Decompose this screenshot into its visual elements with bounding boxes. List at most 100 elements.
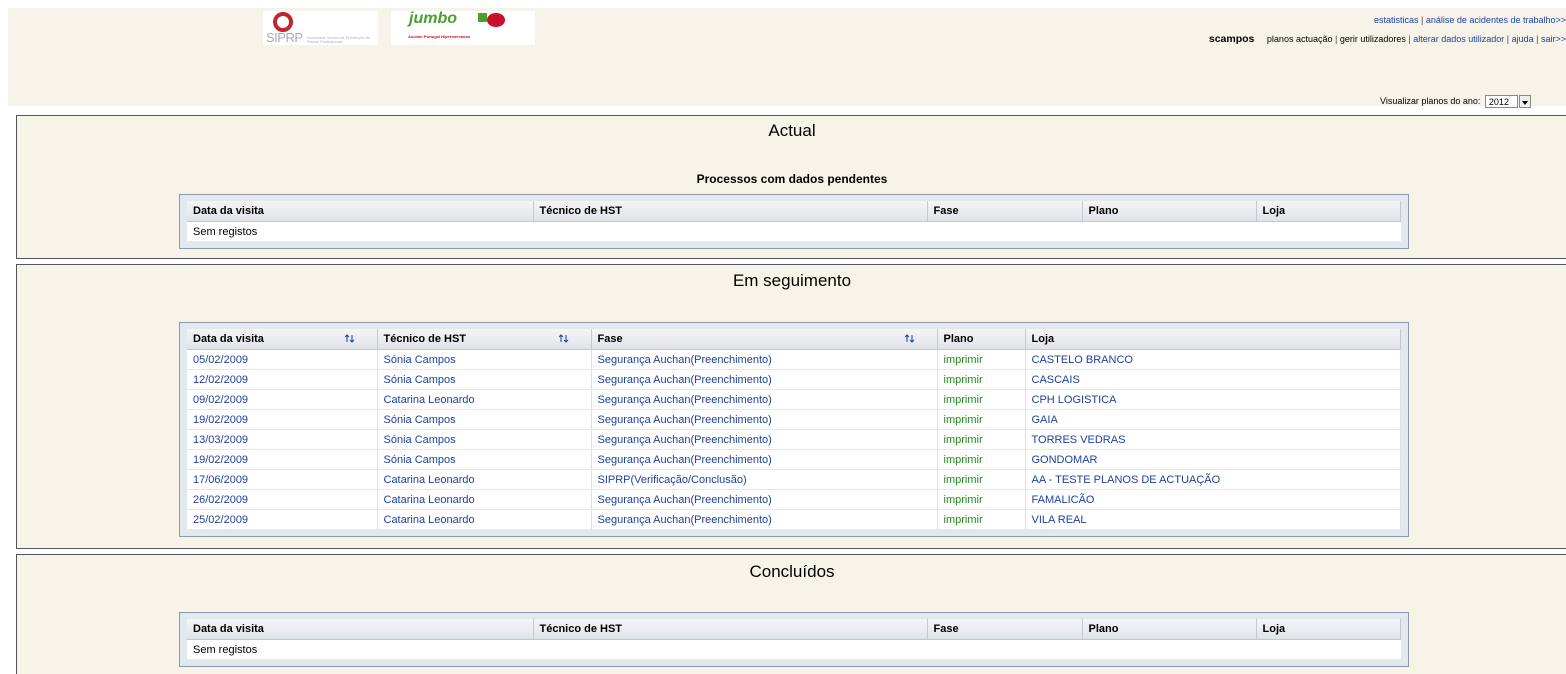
section-actual: Actual Processos com dados pendentes Dat… bbox=[16, 115, 1566, 259]
store-link[interactable]: VILA REAL bbox=[1025, 509, 1401, 530]
col-phase[interactable]: Fase bbox=[591, 329, 938, 350]
section-title: Concluídos bbox=[749, 562, 835, 581]
visit-date-link[interactable]: 25/02/2009 bbox=[187, 509, 378, 530]
visit-date-link[interactable]: 09/02/2009 bbox=[187, 389, 378, 410]
phase-link[interactable]: Segurança Auchan(Preenchimento) bbox=[591, 429, 938, 450]
print-link[interactable]: imprimir bbox=[937, 509, 1026, 530]
print-link[interactable]: imprimir bbox=[937, 409, 1026, 430]
store-link[interactable]: GONDOMAR bbox=[1025, 449, 1401, 470]
col-plan[interactable]: Plano bbox=[1082, 619, 1257, 640]
technician-link[interactable]: Catarina Leonardo bbox=[377, 509, 592, 530]
print-link[interactable]: imprimir bbox=[937, 469, 1026, 490]
siprp-wordmark: SIPRP bbox=[266, 30, 303, 45]
technician-link[interactable]: Sónia Campos bbox=[377, 429, 592, 450]
visit-date-link[interactable]: 26/02/2009 bbox=[187, 489, 378, 510]
phase-link[interactable]: SIPRP(Verificação/Conclusão) bbox=[591, 469, 938, 490]
help-link[interactable]: ajuda bbox=[1512, 34, 1534, 44]
section-title: Actual bbox=[768, 121, 816, 140]
phase-link[interactable]: Segurança Auchan(Preenchimento) bbox=[591, 369, 938, 390]
table-row[interactable]: 19/02/2009 Sónia Campos Segurança Auchan(P… bbox=[187, 449, 1401, 470]
plans-link[interactable]: planos actuação bbox=[1267, 34, 1333, 44]
store-link[interactable]: CASCAIS bbox=[1025, 369, 1401, 390]
visit-date-link[interactable]: 17/06/2009 bbox=[187, 469, 378, 490]
technician-link[interactable]: Sónia Campos bbox=[377, 409, 592, 430]
visit-date-link[interactable]: 19/02/2009 bbox=[187, 449, 378, 470]
store-link[interactable]: CASTELO BRANCO bbox=[1025, 349, 1401, 370]
visit-date-link[interactable]: 13/03/2009 bbox=[187, 429, 378, 450]
phase-link[interactable]: Segurança Auchan(Preenchimento) bbox=[591, 389, 938, 410]
manage-users-link[interactable]: gerir utilizadores bbox=[1340, 34, 1406, 44]
year-filter-label: Visualizar planos do ano: bbox=[1380, 95, 1481, 106]
technician-link[interactable]: Catarina Leonardo bbox=[377, 469, 592, 490]
col-date-label: Data da visita bbox=[193, 333, 264, 345]
phase-link[interactable]: Segurança Auchan(Preenchimento) bbox=[591, 449, 938, 470]
table-row[interactable]: 09/02/2009 Catarina Leonardo Segurança Auc… bbox=[187, 389, 1401, 410]
year-dropdown-button[interactable] bbox=[1518, 95, 1531, 108]
table-row[interactable]: 17/06/2009 Catarina Leonardo SIPRP(Verific… bbox=[187, 469, 1401, 490]
phase-link[interactable]: Segurança Auchan(Preenchimento) bbox=[591, 509, 938, 530]
siprp-tagline: Sociedade Ibérica de Prevenção de Riscos… bbox=[307, 35, 371, 44]
technician-link[interactable]: Sónia Campos bbox=[377, 369, 592, 390]
col-phase[interactable]: Fase bbox=[927, 619, 1083, 640]
username-label: scampos bbox=[1208, 33, 1255, 45]
year-select[interactable]: 2012 bbox=[1484, 95, 1518, 108]
empty-row: Sem registos bbox=[187, 221, 1401, 242]
user-nav: scampos planos actuação | gerir utilizad… bbox=[1209, 33, 1566, 45]
print-link[interactable]: imprimir bbox=[937, 389, 1026, 410]
technician-link[interactable]: Catarina Leonardo bbox=[377, 489, 592, 510]
col-tech[interactable]: Técnico de HST bbox=[533, 201, 928, 222]
accidents-analysis-link[interactable]: análise de acidentes de trabalho>> bbox=[1426, 15, 1566, 25]
table-row[interactable]: 12/02/2009 Sónia Campos Segurança Auchan(P… bbox=[187, 369, 1401, 390]
sort-icon[interactable] bbox=[344, 334, 355, 344]
technician-link[interactable]: Catarina Leonardo bbox=[377, 389, 592, 410]
phase-link[interactable]: Segurança Auchan(Preenchimento) bbox=[591, 349, 938, 370]
col-store[interactable]: Loja bbox=[1256, 201, 1401, 222]
no-records-text: Sem registos bbox=[187, 221, 1401, 242]
visit-date-link[interactable]: 19/02/2009 bbox=[187, 409, 378, 430]
visit-date-link[interactable]: 12/02/2009 bbox=[187, 369, 378, 390]
print-link[interactable]: imprimir bbox=[937, 449, 1026, 470]
col-date[interactable]: Data da visita bbox=[187, 329, 378, 350]
print-link[interactable]: imprimir bbox=[937, 429, 1026, 450]
stats-link[interactable]: estatisticas bbox=[1374, 15, 1419, 25]
page-header: SIPRP Sociedade Ibérica de Prevenção de … bbox=[8, 8, 1566, 106]
technician-link[interactable]: Sónia Campos bbox=[377, 449, 592, 470]
table-row[interactable]: 13/03/2009 Sónia Campos Segurança Auchan(P… bbox=[187, 429, 1401, 450]
col-plan[interactable]: Plano bbox=[937, 329, 1026, 350]
col-store[interactable]: Loja bbox=[1025, 329, 1401, 350]
table-row[interactable]: 19/02/2009 Sónia Campos Segurança Auchan(P… bbox=[187, 409, 1401, 430]
separator: | bbox=[1418, 15, 1426, 25]
phase-link[interactable]: Segurança Auchan(Preenchimento) bbox=[591, 489, 938, 510]
visit-date-link[interactable]: 05/02/2009 bbox=[187, 349, 378, 370]
store-link[interactable]: FAMALICÃO bbox=[1025, 489, 1401, 510]
col-date[interactable]: Data da visita bbox=[187, 201, 534, 222]
empty-row: Sem registos bbox=[187, 639, 1401, 660]
section-em-seguimento: Em seguimento Data da visita Técnico de … bbox=[16, 264, 1566, 549]
col-phase[interactable]: Fase bbox=[927, 201, 1083, 222]
col-store[interactable]: Loja bbox=[1256, 619, 1401, 640]
store-link[interactable]: TORRES VEDRAS bbox=[1025, 429, 1401, 450]
change-user-data-link[interactable]: alterar dados utilizador bbox=[1413, 34, 1504, 44]
jumbo-elephant-icon bbox=[478, 13, 505, 27]
sort-icon[interactable] bbox=[904, 334, 915, 344]
col-tech[interactable]: Técnico de HST bbox=[377, 329, 592, 350]
print-link[interactable]: imprimir bbox=[937, 369, 1026, 390]
col-date[interactable]: Data da visita bbox=[187, 619, 534, 640]
table-row[interactable]: 25/02/2009 Catarina Leonardo Segurança Auc… bbox=[187, 509, 1401, 530]
store-link[interactable]: AA - TESTE PLANOS DE ACTUAÇÃO bbox=[1025, 469, 1401, 490]
table-row[interactable]: 05/02/2009 Sónia Campos Segurança Auchan(P… bbox=[187, 349, 1401, 370]
technician-link[interactable]: Sónia Campos bbox=[377, 349, 592, 370]
table-row[interactable]: 26/02/2009 Catarina Leonardo Segurança Auc… bbox=[187, 489, 1401, 510]
no-records-text: Sem registos bbox=[187, 639, 1401, 660]
print-link[interactable]: imprimir bbox=[937, 489, 1026, 510]
store-link[interactable]: CPH LOGISTICA bbox=[1025, 389, 1401, 410]
store-link[interactable]: GAIA bbox=[1025, 409, 1401, 430]
logout-link[interactable]: sair>> bbox=[1541, 34, 1566, 44]
pending-processes-title: Processos com dados pendentes bbox=[696, 172, 888, 186]
col-tech[interactable]: Técnico de HST bbox=[533, 619, 928, 640]
col-plan[interactable]: Plano bbox=[1082, 201, 1257, 222]
jumbo-logo: jumbo Auchan Portugal Hipermercados bbox=[391, 10, 535, 45]
phase-link[interactable]: Segurança Auchan(Preenchimento) bbox=[591, 409, 938, 430]
print-link[interactable]: imprimir bbox=[937, 349, 1026, 370]
sort-icon[interactable] bbox=[558, 334, 569, 344]
